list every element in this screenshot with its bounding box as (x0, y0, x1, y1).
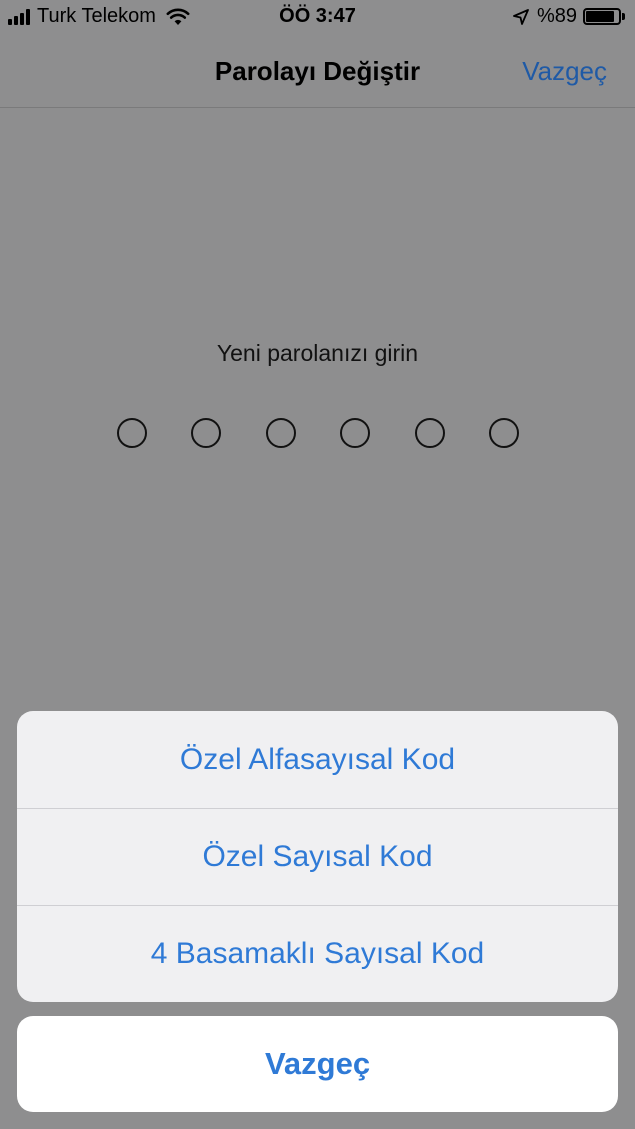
nav-cancel-button[interactable]: Vazgeç (522, 56, 607, 87)
battery-icon (583, 8, 621, 25)
option-4-digit-numeric-button[interactable]: 4 Basamaklı Sayısal Kod (17, 905, 618, 1002)
status-bar: Turk Telekom ÖÖ 3:47 %89 (0, 0, 635, 36)
sheet-cancel-button[interactable]: Vazgeç (17, 1016, 618, 1112)
status-right: %89 (513, 5, 625, 28)
passcode-digit-dot (117, 418, 147, 448)
option-custom-numeric-button[interactable]: Özel Sayısal Kod (17, 808, 618, 905)
passcode-options-sheet: Özel Alfasayısal Kod Özel Sayısal Kod 4 … (17, 711, 618, 1002)
passcode-digit-dot (414, 418, 445, 448)
option-custom-alphanumeric-button[interactable]: Özel Alfasayısal Kod (17, 711, 618, 808)
location-arrow-icon (513, 8, 529, 25)
battery-level-fill (586, 11, 615, 22)
passcode-prompt: Yeni parolanızı girin (216, 340, 419, 366)
passcode-digit-dot (191, 418, 222, 448)
battery-percent: %89 (536, 5, 577, 27)
passcode-digit-dot (340, 418, 371, 448)
passcode-dots (117, 418, 519, 452)
battery-nub (622, 13, 625, 20)
navigation-bar: Parolayı Değiştir Vazgeç (0, 36, 635, 108)
passcode-digit-dot (265, 418, 296, 448)
passcode-digit-dot (488, 418, 519, 448)
